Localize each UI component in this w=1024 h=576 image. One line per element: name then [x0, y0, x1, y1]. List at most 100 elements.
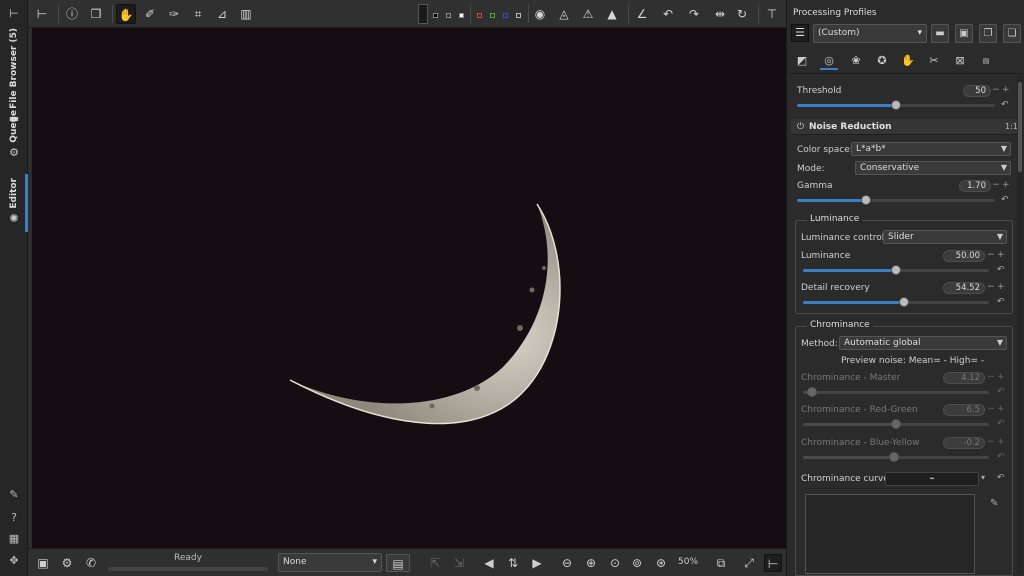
- tab-transform-icon[interactable]: ✂: [925, 52, 943, 70]
- bg-black-swatch[interactable]: [433, 13, 438, 18]
- chroma-red-green-slider[interactable]: [803, 419, 989, 429]
- gamma-slider[interactable]: [797, 195, 995, 205]
- grid-icon[interactable]: ▦: [6, 532, 22, 546]
- hide-history-icon[interactable]: ⊢: [32, 4, 52, 24]
- profile-select[interactable]: (Custom) ▾: [813, 24, 927, 43]
- crop-icon[interactable]: ⌗: [188, 4, 208, 24]
- load-profile-icon[interactable]: ▬: [931, 24, 949, 43]
- hide-toolbox-icon[interactable]: ⊤: [762, 4, 782, 24]
- collapse-panel-icon[interactable]: ⊢: [8, 8, 20, 20]
- threshold-slider[interactable]: [797, 100, 995, 110]
- copy-profile-icon[interactable]: ❐: [979, 24, 997, 43]
- tab-advanced-icon[interactable]: ✪: [873, 52, 891, 70]
- increment-icon[interactable]: +: [1002, 85, 1010, 95]
- image-viewer[interactable]: [32, 28, 786, 548]
- increment-icon[interactable]: +: [997, 372, 1005, 382]
- tab-editor[interactable]: Editor ✺: [3, 178, 25, 225]
- decrement-icon[interactable]: −: [987, 372, 995, 382]
- flip-vertical-icon[interactable]: ↻: [732, 4, 752, 24]
- luminance-value[interactable]: 50.00: [943, 250, 985, 262]
- clipped-highlights-warning-icon[interactable]: ⚠: [578, 4, 598, 24]
- copy-icon[interactable]: ⇱: [426, 554, 444, 572]
- reset-icon[interactable]: ↶: [997, 387, 1005, 397]
- detail-recovery-value[interactable]: 54.52: [943, 282, 985, 294]
- chroma-master-slider[interactable]: [803, 387, 989, 397]
- decrement-icon[interactable]: −: [987, 437, 995, 447]
- zoom-fit-icon[interactable]: ⊚: [628, 554, 646, 572]
- edit-icon[interactable]: ✎: [6, 488, 22, 502]
- previous-image-icon[interactable]: ◀: [480, 554, 498, 572]
- snapshot-button[interactable]: ▤: [386, 554, 410, 572]
- focus-mask-icon[interactable]: ◉: [530, 4, 550, 24]
- decrement-icon[interactable]: −: [987, 282, 995, 292]
- decrement-icon[interactable]: −: [987, 250, 995, 260]
- external-editor-icon[interactable]: ✆: [82, 554, 100, 572]
- new-window-icon[interactable]: ⧉: [712, 554, 730, 572]
- chroma-master-value[interactable]: 4.12: [943, 372, 985, 384]
- perspective-icon[interactable]: ▥: [236, 4, 256, 24]
- blue-channel-icon[interactable]: [503, 13, 508, 18]
- increment-icon[interactable]: +: [997, 437, 1005, 447]
- zoom-in-icon[interactable]: ⊕: [582, 554, 600, 572]
- reset-icon[interactable]: ↶: [997, 473, 1005, 483]
- green-channel-icon[interactable]: [490, 13, 495, 18]
- hide-panel-icon[interactable]: ⊢: [764, 554, 782, 572]
- rotate-left-icon[interactable]: ↶: [658, 4, 678, 24]
- help-icon[interactable]: ?: [6, 511, 22, 525]
- decrement-icon[interactable]: −: [987, 404, 995, 414]
- power-icon[interactable]: ⏻: [797, 122, 804, 132]
- decrement-icon[interactable]: −: [992, 180, 1000, 190]
- red-channel-icon[interactable]: [477, 13, 482, 18]
- reset-icon[interactable]: ↶: [997, 452, 1005, 462]
- chroma-blue-yellow-slider[interactable]: [803, 452, 989, 462]
- color-space-select[interactable]: L*a*b* ▼: [851, 142, 1011, 156]
- tab-detail-icon[interactable]: ◎: [820, 52, 838, 70]
- tab-local-icon[interactable]: ✋: [899, 52, 917, 70]
- tab-raw-icon[interactable]: ⊠: [951, 52, 969, 70]
- chroma-blue-yellow-value[interactable]: -0.2: [943, 437, 985, 449]
- panel-scrollbar-thumb[interactable]: [1018, 82, 1022, 172]
- chroma-red-green-value[interactable]: 6.5: [943, 404, 985, 416]
- white-balance-picker-icon[interactable]: ✐: [140, 4, 160, 24]
- chroma-curve-editor[interactable]: [805, 494, 975, 574]
- bg-white-swatch[interactable]: [459, 13, 464, 18]
- info-icon[interactable]: ⓘ: [62, 4, 82, 24]
- straighten-icon[interactable]: ⊿: [212, 4, 232, 24]
- decrement-icon[interactable]: −: [992, 85, 1000, 95]
- next-image-icon[interactable]: ▶: [528, 554, 546, 572]
- histogram-icon[interactable]: ∠: [632, 4, 652, 24]
- curve-type-button[interactable]: ⌁: [885, 472, 979, 486]
- hand-tool-icon[interactable]: ✋: [116, 4, 136, 24]
- profile-list-icon[interactable]: ☰: [791, 24, 809, 42]
- zoom-out-icon[interactable]: ⊖: [558, 554, 576, 572]
- save-image-icon[interactable]: ▣: [34, 554, 52, 572]
- zoom-fit-crop-icon[interactable]: ⊛: [652, 554, 670, 572]
- increment-icon[interactable]: +: [997, 282, 1005, 292]
- paste-profile-icon[interactable]: ❏: [1003, 24, 1021, 43]
- reset-icon[interactable]: ↶: [997, 265, 1005, 275]
- method-select[interactable]: Automatic global ▼: [839, 336, 1007, 350]
- reset-icon[interactable]: ↶: [1001, 195, 1009, 205]
- color-picker-icon[interactable]: ✑: [164, 4, 184, 24]
- rotate-right-icon[interactable]: ↷: [684, 4, 704, 24]
- move-icon[interactable]: ✥: [6, 554, 22, 568]
- clipped-shadows-warning-icon[interactable]: ▲: [602, 4, 622, 24]
- preview-mode-select[interactable]: None ▾: [278, 553, 382, 572]
- flip-horizontal-icon[interactable]: ⇹: [710, 4, 730, 24]
- chevron-down-icon[interactable]: ▾: [981, 473, 985, 482]
- luminosity-channel-icon[interactable]: [516, 13, 521, 18]
- send-to-queue-icon[interactable]: ⚙: [58, 554, 76, 572]
- mode-select[interactable]: Conservative ▼: [855, 161, 1011, 175]
- gamma-value[interactable]: 1.70: [959, 180, 991, 192]
- increment-icon[interactable]: +: [997, 250, 1005, 260]
- luminance-control-select[interactable]: Slider ▼: [883, 230, 1007, 244]
- bg-dark-swatch[interactable]: [446, 13, 451, 18]
- fullscreen-icon[interactable]: ⤢: [740, 554, 758, 572]
- tab-exposure-icon[interactable]: ◩: [793, 52, 811, 70]
- detail-recovery-slider[interactable]: [803, 297, 989, 307]
- luminance-slider[interactable]: [803, 265, 989, 275]
- noise-reduction-header[interactable]: ⏻ Noise Reduction 1:1: [791, 119, 1018, 135]
- sync-icon[interactable]: ⇅: [504, 554, 522, 572]
- background-color-icon[interactable]: [418, 4, 428, 24]
- clipped-shadows-icon[interactable]: ◬: [554, 4, 574, 24]
